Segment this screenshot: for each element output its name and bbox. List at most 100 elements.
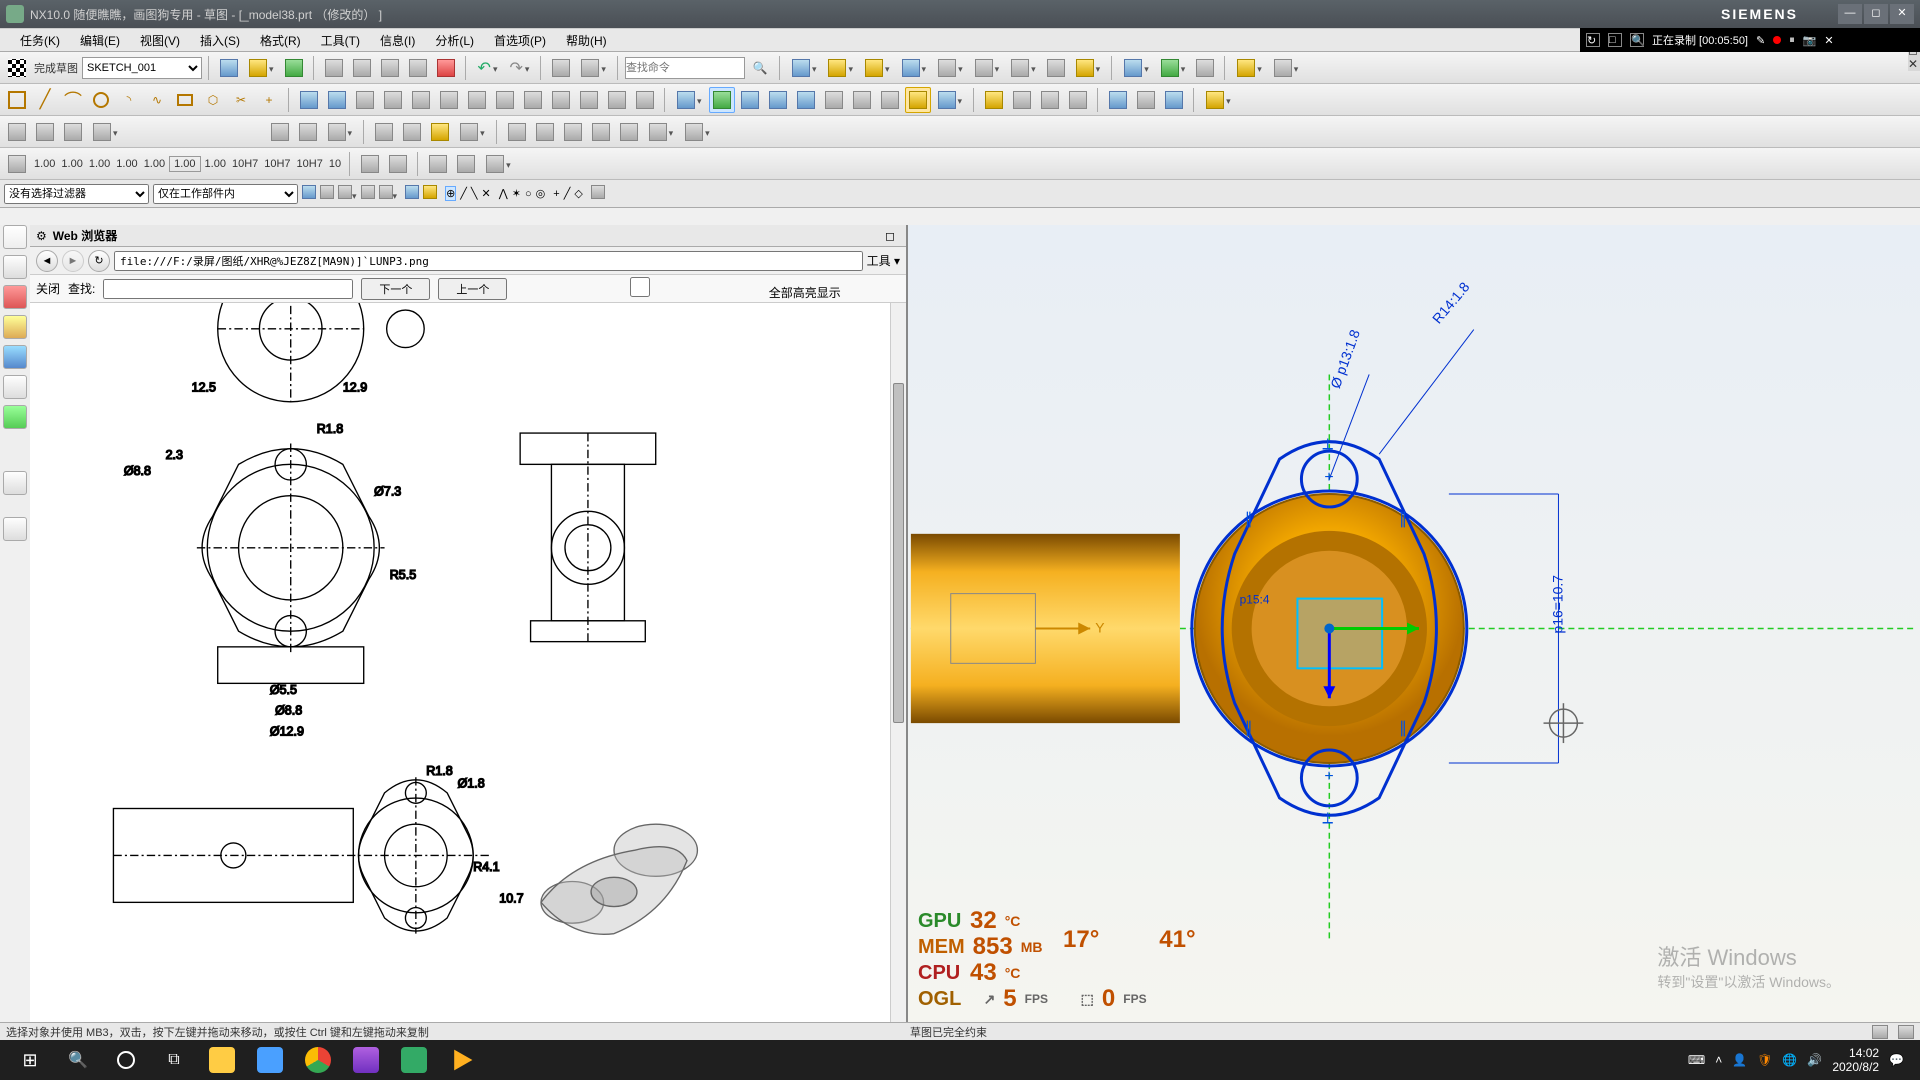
reattach-sketch-dropdown[interactable] (244, 55, 279, 81)
snap-mid2[interactable]: ╲ (471, 187, 478, 200)
arc-button[interactable]: ⌒ (60, 87, 86, 113)
status-icon-b[interactable] (1898, 1025, 1914, 1039)
refresh-button[interactable]: ↻ (88, 250, 110, 272)
measure-dropdown[interactable] (1232, 55, 1267, 81)
render-m[interactable] (644, 119, 679, 145)
nav-clock-icon[interactable] (3, 471, 27, 495)
feature-b[interactable] (1009, 87, 1035, 113)
tool-b-dropdown[interactable] (576, 55, 611, 81)
chrome-taskbar-icon[interactable] (294, 1040, 342, 1080)
mirror-dropdown[interactable] (1156, 55, 1191, 81)
circle-button[interactable] (88, 87, 114, 113)
edge-dropdown[interactable] (933, 55, 968, 81)
find-close-button[interactable]: 关闭 (36, 280, 60, 297)
tool-curve-e[interactable] (548, 87, 574, 113)
draft-dropdown[interactable] (970, 55, 1005, 81)
menu-help[interactable]: 帮助(H) (556, 29, 617, 51)
nav-blue-icon[interactable] (3, 345, 27, 369)
tool-curve-g[interactable] (604, 87, 630, 113)
tool-c-button[interactable] (1043, 55, 1069, 81)
constraint-e[interactable] (877, 87, 903, 113)
view-style-dropdown[interactable] (787, 55, 822, 81)
tool-curve-b[interactable] (464, 87, 490, 113)
body-d-dropdown[interactable] (88, 119, 123, 145)
snap-a[interactable]: ⋀ (499, 187, 508, 200)
nav-red-icon[interactable] (3, 285, 27, 309)
forward-button[interactable]: ► (62, 250, 84, 272)
feature-e[interactable] (1105, 87, 1131, 113)
nav-tools-icon[interactable] (3, 517, 27, 541)
snap-e[interactable]: + (553, 188, 559, 200)
mdi-close-button[interactable]: ✕ (1908, 57, 1920, 71)
selection-filter-select[interactable]: 没有选择过滤器 (4, 184, 149, 204)
explorer-taskbar-icon[interactable] (198, 1040, 246, 1080)
menu-view[interactable]: 视图(V) (130, 29, 190, 51)
more-features-dropdown[interactable] (1201, 87, 1236, 113)
minimize-button[interactable]: — (1838, 4, 1862, 24)
filt-a[interactable] (302, 185, 316, 202)
media-taskbar-icon[interactable] (438, 1040, 486, 1080)
pattern-dropdown[interactable] (1119, 55, 1154, 81)
tool-curve-f[interactable] (576, 87, 602, 113)
quick-trim-button[interactable] (352, 87, 378, 113)
command-search-input[interactable] (625, 57, 745, 79)
render-h[interactable] (504, 119, 530, 145)
menu-tools[interactable]: 工具(T) (311, 29, 370, 51)
snap-b[interactable]: ✶ (512, 187, 521, 200)
highlight-all-checkbox[interactable] (515, 277, 765, 297)
rectangle-button[interactable] (172, 87, 198, 113)
constraint-b[interactable] (793, 87, 819, 113)
render-k[interactable] (588, 119, 614, 145)
snap-ctr[interactable]: ✕ (482, 187, 491, 200)
paste-special-button[interactable] (405, 55, 431, 81)
rec-camera-icon[interactable]: 📷 (1803, 34, 1817, 47)
tray-network-icon[interactable]: 🌐 (1782, 1053, 1797, 1067)
feature-g[interactable] (1161, 87, 1187, 113)
tray-people-icon[interactable]: 👤 (1732, 1053, 1747, 1067)
shell-dropdown[interactable] (1006, 55, 1041, 81)
close-button[interactable]: ✕ (1890, 4, 1914, 24)
constraint-button-active[interactable] (709, 87, 735, 113)
snap-g[interactable]: ◇ (574, 187, 582, 200)
tool-f-dropdown[interactable] (1269, 55, 1304, 81)
update-model-button[interactable] (281, 55, 307, 81)
scrollbar-thumb[interactable] (893, 383, 904, 723)
snap-mid[interactable]: ╱ (460, 187, 467, 200)
snap-end[interactable]: ⊕ (445, 186, 456, 201)
paste-button[interactable] (377, 55, 403, 81)
render-l[interactable] (616, 119, 642, 145)
menu-prefs[interactable]: 首选项(P) (484, 29, 556, 51)
menu-info[interactable]: 信息(I) (370, 29, 425, 51)
extend-button[interactable] (380, 87, 406, 113)
panel-scrollbar[interactable] (890, 303, 906, 1022)
tray-volume-icon[interactable]: 🔊 (1807, 1053, 1822, 1067)
menu-tasks[interactable]: 任务(K) (10, 29, 70, 51)
constraint-auto-active[interactable] (905, 87, 931, 113)
taskview-button[interactable]: ⧉ (150, 1040, 198, 1080)
menu-edit[interactable]: 编辑(E) (70, 29, 130, 51)
menu-insert[interactable]: 插入(S) (190, 29, 250, 51)
tray-notifications-icon[interactable]: 💬 (1889, 1053, 1904, 1067)
filt-e[interactable] (379, 185, 398, 202)
feature-c[interactable] (1037, 87, 1063, 113)
redo-dropdown[interactable]: ↷ (504, 55, 534, 81)
filt-c[interactable] (338, 185, 357, 202)
body-c[interactable] (60, 119, 86, 145)
tool-d-dropdown[interactable] (1071, 55, 1106, 81)
tool-curve-a[interactable] (436, 87, 462, 113)
profile-button[interactable] (4, 87, 30, 113)
gear-icon[interactable]: ⚙ (36, 229, 47, 243)
arc-3pt-button[interactable]: ◝ (116, 87, 142, 113)
snap-f[interactable]: ╱ (564, 187, 571, 200)
search-go-button[interactable]: 🔍 (747, 55, 773, 81)
snap-d[interactable]: ◎ (536, 187, 546, 200)
status-icon-a[interactable] (1872, 1025, 1888, 1039)
tool-curve-h[interactable] (632, 87, 658, 113)
record-dot-icon[interactable] (1773, 36, 1781, 44)
recorder-icon2[interactable]: □ (1608, 33, 1622, 47)
point-button[interactable]: + (256, 87, 282, 113)
nav-part-icon[interactable] (3, 225, 27, 249)
filt-d[interactable] (361, 185, 375, 202)
delete-button[interactable] (433, 55, 459, 81)
tool-a-button[interactable] (548, 55, 574, 81)
